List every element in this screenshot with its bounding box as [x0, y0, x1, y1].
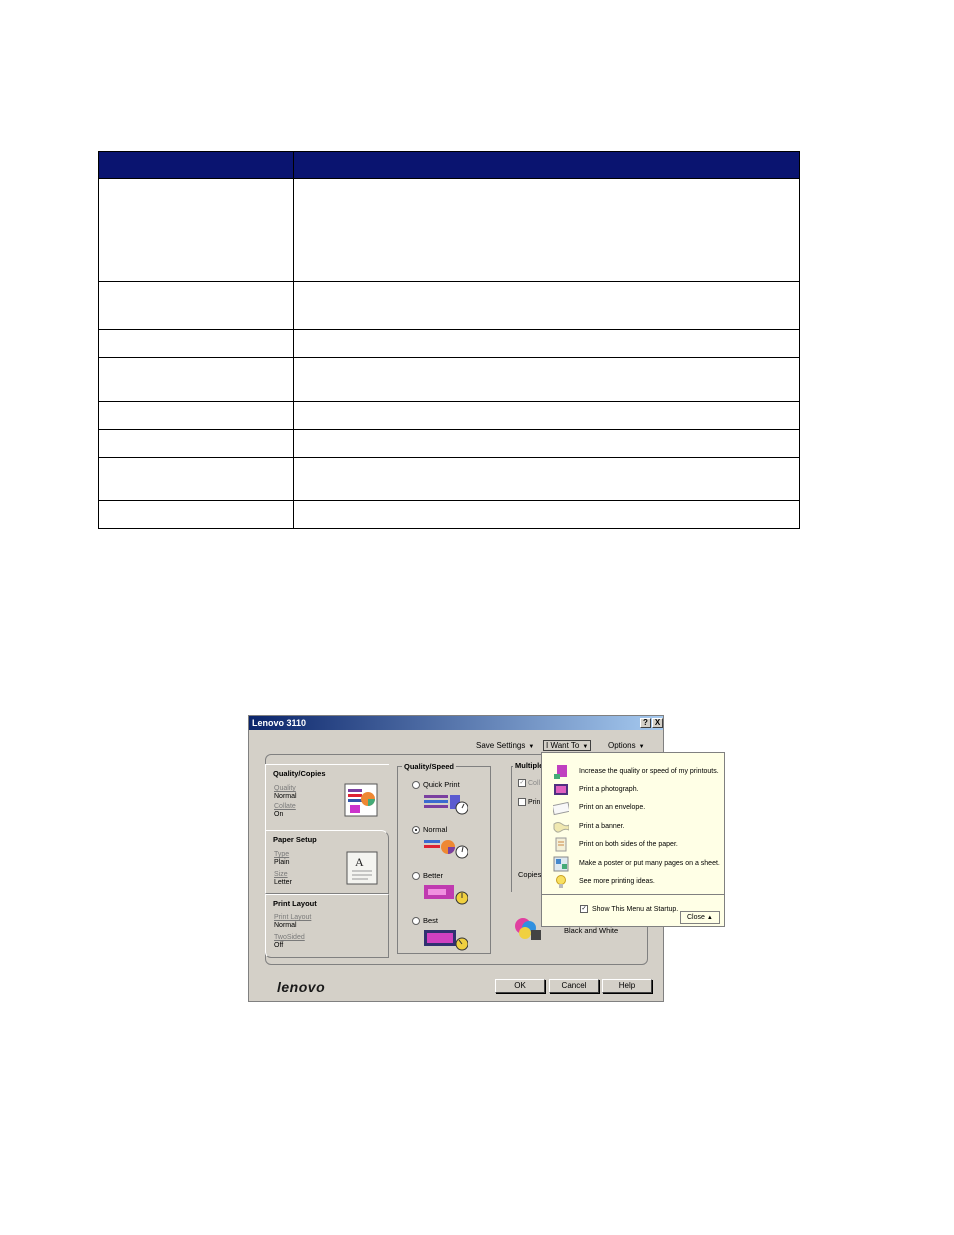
- type-label: Type: [274, 851, 290, 858]
- copies-label: Copies:: [518, 870, 544, 879]
- best-quality-icon: [424, 930, 468, 951]
- caret-down-icon: ▼: [638, 744, 645, 750]
- radio-button[interactable]: [412, 872, 420, 881]
- menu-item-print-both-sides[interactable]: Print on both sides of the paper.: [542, 836, 724, 854]
- normal-quality-icon: [424, 840, 468, 859]
- options-menu[interactable]: Options ▼: [608, 741, 645, 750]
- lightbulb-icon: [556, 875, 566, 888]
- cancel-button[interactable]: Cancel: [549, 979, 599, 993]
- black-white-label: Black and White: [564, 926, 619, 935]
- quality-copies-icon: [344, 783, 378, 817]
- collate-value: On: [274, 811, 284, 818]
- menu-item-increase-quality[interactable]: Increase the quality or speed of my prin…: [542, 763, 724, 781]
- table-row: [98, 429, 800, 458]
- menu-item-print-photograph[interactable]: Print a photograph.: [542, 781, 724, 799]
- radio-button[interactable]: [412, 781, 420, 790]
- print-last-page-first-checkbox[interactable]: Prin: [518, 798, 540, 806]
- menu-item-print-envelope[interactable]: Print on an envelope.: [542, 799, 724, 817]
- menu-item-more-ideas[interactable]: See more printing ideas.: [542, 873, 724, 891]
- close-title-button[interactable]: X: [652, 718, 663, 728]
- banner-icon: [553, 822, 569, 833]
- title-bar[interactable]: Lenovo 3110 ? X: [249, 716, 663, 730]
- tab-print-layout[interactable]: Print Layout Print Layout Normal TwoSide…: [265, 894, 389, 958]
- twosided-value: Off: [274, 942, 284, 949]
- tab-title: Quality/Copies: [273, 769, 326, 778]
- type-value: Plain: [274, 859, 290, 866]
- menu-item-print-banner[interactable]: Print a banner.: [542, 818, 724, 836]
- collate-checkbox[interactable]: ✓ Coll: [518, 779, 540, 787]
- separator: [542, 894, 724, 895]
- photo-icon: [554, 784, 568, 795]
- group-title: Quality/Speed: [402, 762, 457, 771]
- quality-option-quick-print[interactable]: Quick Print: [412, 780, 460, 790]
- table-header-cell: [293, 151, 800, 179]
- show-at-startup-checkbox[interactable]: ✓ Show This Menu at Startup.: [580, 905, 678, 913]
- tab-quality-copies[interactable]: Quality/Copies Quality Normal Collate On: [265, 764, 389, 830]
- size-label: Size: [274, 871, 288, 878]
- paper-icon: A: [346, 851, 378, 885]
- tab-title: Paper Setup: [273, 835, 317, 844]
- table-row: [98, 401, 800, 430]
- quality-option-best[interactable]: Best: [412, 916, 438, 926]
- caret-down-icon: ▼: [528, 744, 535, 750]
- quality-speed-group: Quality/Speed Quick Print Normal Better …: [397, 762, 491, 954]
- table-row: [98, 178, 800, 282]
- twosided-label: TwoSided: [274, 934, 305, 941]
- better-quality-icon: [424, 885, 468, 905]
- quick-print-icon: [424, 795, 468, 815]
- color-cartridge-icon: [515, 918, 541, 940]
- size-value: Letter: [274, 879, 292, 886]
- collate-label: Collate: [274, 803, 296, 810]
- close-menu-button[interactable]: Close ▲: [680, 911, 720, 924]
- duplex-icon: [555, 837, 567, 852]
- quality-value: Normal: [274, 793, 297, 800]
- tab-paper-setup[interactable]: Paper Setup Type Plain Size Letter A: [265, 830, 389, 894]
- help-title-button[interactable]: ?: [640, 718, 651, 728]
- table-row: [98, 357, 800, 402]
- radio-button[interactable]: [412, 917, 420, 926]
- table-row: [98, 500, 800, 529]
- lenovo-logo: lenovo: [277, 979, 326, 995]
- table-row: [98, 457, 800, 501]
- table-header-row: [98, 151, 800, 179]
- save-settings-menu[interactable]: Save Settings ▼: [476, 741, 534, 750]
- svg-text:A: A: [355, 855, 364, 869]
- table-row: [98, 329, 800, 358]
- quality-label: Quality: [274, 785, 296, 792]
- quality-option-normal[interactable]: Normal: [412, 825, 447, 835]
- quality-speed-icon: [554, 765, 567, 779]
- i-want-to-dropdown: Increase the quality or speed of my prin…: [541, 752, 725, 927]
- radio-button-selected[interactable]: [412, 826, 420, 835]
- dialog-title: Lenovo 3110: [252, 718, 307, 728]
- document-table: [98, 151, 800, 529]
- print-layout-value: Normal: [274, 922, 297, 929]
- menu-item-poster[interactable]: Make a poster or put many pages on a she…: [542, 855, 724, 873]
- help-button[interactable]: Help: [602, 979, 652, 993]
- caret-up-icon: ▲: [706, 915, 713, 921]
- print-layout-label: Print Layout: [274, 914, 312, 921]
- tab-title: Print Layout: [273, 899, 317, 908]
- table-header-cell: [98, 151, 294, 179]
- ok-button[interactable]: OK: [495, 979, 545, 993]
- table-row: [98, 281, 800, 330]
- poster-icon: [553, 856, 569, 872]
- i-want-to-menu[interactable]: I Want To ▼: [543, 740, 592, 751]
- quality-option-better[interactable]: Better: [412, 871, 443, 881]
- caret-down-icon: ▼: [582, 744, 589, 750]
- envelope-icon: [553, 801, 569, 816]
